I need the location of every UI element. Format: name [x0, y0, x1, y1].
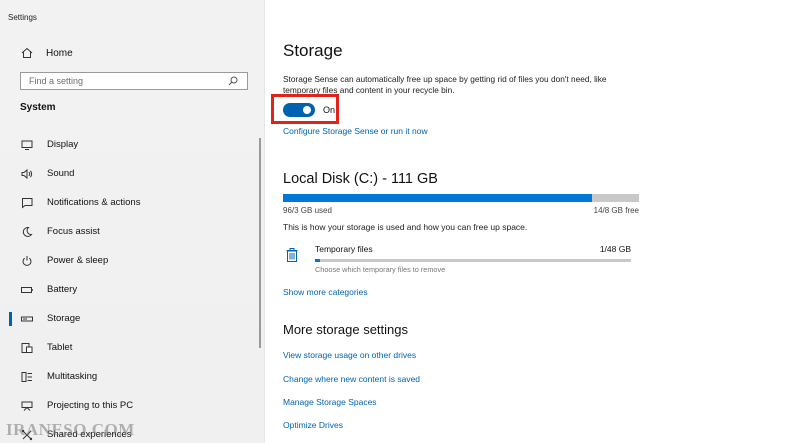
- disk-used-label: 96/3 GB used: [283, 206, 332, 215]
- sidebar-item-label: Projecting to this PC: [47, 400, 134, 411]
- disk-title: Local Disk (C:) - 111 GB: [283, 171, 438, 187]
- search-icon[interactable]: [227, 75, 239, 87]
- sidebar-item-home[interactable]: Home: [20, 45, 73, 61]
- sidebar-item-label: Battery: [47, 284, 78, 295]
- configure-storage-sense-link[interactable]: Configure Storage Sense or run it now: [283, 126, 428, 136]
- sidebar-home-label: Home: [46, 47, 73, 59]
- sidebar-nav: Display Sound Notifications & actions Fo…: [0, 130, 264, 443]
- search-box[interactable]: [20, 72, 248, 90]
- main-content: Storage Storage Sense can automatically …: [271, 0, 643, 443]
- search-input[interactable]: [29, 76, 227, 86]
- moon-icon: [20, 225, 34, 239]
- sidebar: Settings Home System Display Sound: [0, 0, 265, 443]
- sidebar-item-storage[interactable]: Storage: [0, 304, 264, 333]
- toggle-state-label: On: [323, 105, 336, 115]
- sidebar-item-sound[interactable]: Sound: [0, 159, 264, 188]
- view-storage-other-drives-link[interactable]: View storage usage on other drives: [283, 350, 416, 360]
- page-title: Storage: [283, 41, 343, 60]
- sidebar-item-projecting[interactable]: Projecting to this PC: [0, 391, 264, 420]
- temporary-files-description: Choose which temporary files to remove: [315, 265, 446, 274]
- temporary-files-bar: [315, 259, 631, 262]
- storage-sense-description: Storage Sense can automatically free up …: [283, 74, 607, 95]
- trash-icon: [285, 247, 299, 263]
- sidebar-item-battery[interactable]: Battery: [0, 275, 264, 304]
- sidebar-item-label: Power & sleep: [47, 255, 109, 266]
- sidebar-item-label: Multitasking: [47, 371, 98, 382]
- manage-storage-spaces-link[interactable]: Manage Storage Spaces: [283, 397, 377, 407]
- disk-info-text: This is how your storage is used and how…: [283, 222, 528, 232]
- sidebar-item-tablet[interactable]: Tablet: [0, 333, 264, 362]
- sidebar-scrollbar[interactable]: [259, 138, 261, 348]
- toggle-knob: [303, 106, 311, 114]
- sidebar-item-label: Storage: [47, 313, 81, 324]
- sound-icon: [20, 167, 34, 181]
- multitasking-icon: [20, 370, 34, 384]
- sidebar-item-power-sleep[interactable]: Power & sleep: [0, 246, 264, 275]
- app-title: Settings: [8, 13, 37, 22]
- tablet-icon: [20, 341, 34, 355]
- sidebar-item-display[interactable]: Display: [0, 130, 264, 159]
- power-icon: [20, 254, 34, 268]
- sidebar-item-label: Tablet: [47, 342, 73, 353]
- disk-usage-fill: [283, 194, 592, 202]
- sidebar-item-label: Display: [47, 139, 79, 150]
- more-storage-settings-title: More storage settings: [283, 322, 409, 337]
- sidebar-item-multitasking[interactable]: Multitasking: [0, 362, 264, 391]
- temporary-files-label[interactable]: Temporary files: [315, 244, 373, 254]
- section-title: System: [20, 102, 56, 113]
- disk-free-label: 14/8 GB free: [593, 206, 639, 215]
- projecting-icon: [20, 399, 34, 413]
- sidebar-item-label: Focus assist: [47, 226, 100, 237]
- display-icon: [20, 138, 34, 152]
- watermark: IRANESO.COM: [6, 420, 135, 439]
- temporary-files-size: 1/48 GB: [599, 244, 631, 254]
- notifications-icon: [20, 196, 34, 210]
- temporary-files-fill: [315, 259, 320, 262]
- battery-icon: [20, 283, 34, 297]
- sidebar-item-label: Notifications & actions: [47, 197, 141, 208]
- show-more-categories-link[interactable]: Show more categories: [283, 287, 368, 297]
- storage-sense-toggle[interactable]: [283, 103, 315, 117]
- sidebar-item-focus-assist[interactable]: Focus assist: [0, 217, 264, 246]
- sidebar-item-notifications[interactable]: Notifications & actions: [0, 188, 264, 217]
- disk-usage-bar: [283, 194, 639, 202]
- optimize-drives-link[interactable]: Optimize Drives: [283, 420, 343, 430]
- home-icon: [20, 47, 34, 59]
- sidebar-item-label: Sound: [47, 168, 75, 179]
- storage-icon: [20, 312, 34, 326]
- change-new-content-location-link[interactable]: Change where new content is saved: [283, 374, 420, 384]
